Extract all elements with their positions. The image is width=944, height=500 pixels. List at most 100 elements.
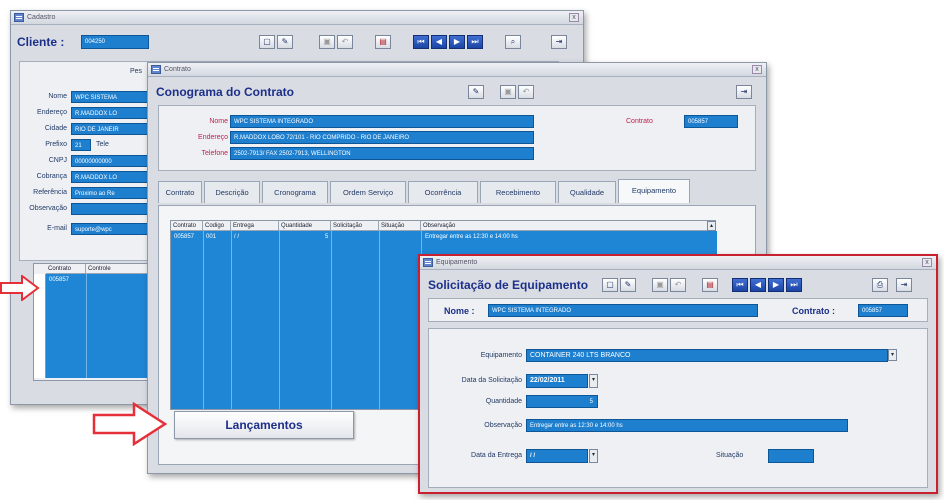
grid-header[interactable]: Entrega <box>231 221 279 231</box>
lancamentos-button[interactable]: Lançamentos <box>174 411 354 439</box>
exit-icon[interactable]: ⇥ <box>551 35 567 49</box>
equipamento-heading: Solicitação de Equipamento <box>428 278 589 292</box>
field-label: E-mail <box>47 225 67 232</box>
grid-header[interactable]: Codigo <box>203 221 231 231</box>
cadastro-grid: Contrato Controle 005857 <box>33 263 152 381</box>
observacao-field[interactable] <box>71 203 151 215</box>
grid-header[interactable]: Observação <box>421 221 711 231</box>
referencia-field[interactable]: Proximo ao Re <box>71 187 151 199</box>
data-entrega-label: Data da Entrega <box>471 452 522 459</box>
tab-ocorrencia[interactable]: Ocorrência <box>408 181 478 203</box>
cadastro-titlebar: Cadastro x <box>11 11 583 25</box>
contrato-number-field[interactable]: 005857 <box>684 115 738 128</box>
delete-icon[interactable]: ▤ <box>375 35 391 49</box>
undo-icon[interactable]: ↶ <box>337 35 353 49</box>
grid-header[interactable]: Contrato <box>46 264 86 274</box>
chevron-down-icon[interactable]: ▾ <box>589 449 598 463</box>
delete-icon[interactable]: ▤ <box>702 278 718 292</box>
last-record-icon[interactable]: ⏭ <box>786 278 802 292</box>
prefixo-field[interactable]: 21 <box>71 139 91 151</box>
nome-field[interactable]: WPC SISTEMA INTEGRADO <box>488 304 758 317</box>
arrow-pointer-icon <box>92 402 168 446</box>
close-icon[interactable]: x <box>922 258 932 267</box>
app-window-icon <box>151 65 161 74</box>
field-label: CNPJ <box>48 157 67 164</box>
new-record-icon[interactable]: ▢ <box>602 278 618 292</box>
tab-contrato[interactable]: Contrato <box>158 181 202 203</box>
last-record-icon[interactable]: ⏭ <box>467 35 483 49</box>
grid-body <box>46 274 152 378</box>
chevron-down-icon[interactable]: ▾ <box>888 349 897 361</box>
data-solicitacao-field[interactable]: 22/02/2011 <box>526 374 588 388</box>
tab-bar: Contrato Descrição Cronograma Ordem Serv… <box>158 179 756 205</box>
cell-contrato[interactable]: 005857 <box>174 234 194 240</box>
tab-cronograma[interactable]: Cronograma <box>262 181 328 203</box>
tab-descricao[interactable]: Descrição <box>204 181 260 203</box>
first-record-icon[interactable]: ⏮ <box>732 278 748 292</box>
telefone-field[interactable]: 2502-7913/ FAX 2502-7913, WELLINGTON <box>230 147 534 160</box>
next-record-icon[interactable]: ▶ <box>449 35 465 49</box>
grid-header[interactable]: Quantidade <box>279 221 331 231</box>
tele-label: Tele <box>96 141 109 148</box>
app-window-icon <box>423 258 433 267</box>
cnpj-field[interactable]: 00000000000 <box>71 155 151 167</box>
tab-ordem-servico[interactable]: Ordem Serviço <box>330 181 406 203</box>
grid-header[interactable]: Contrato <box>171 221 203 231</box>
cadastro-heading: Cliente : <box>17 35 65 49</box>
cell-observacao[interactable]: Entregar entre as 12:30 e 14:00 hs <box>425 234 518 240</box>
tab-equipamento[interactable]: Equipamento <box>618 179 690 203</box>
cell-entrega[interactable]: / / <box>234 234 239 240</box>
save-icon[interactable]: ▣ <box>652 278 668 292</box>
contrato-heading: Conograma do Contrato <box>156 85 294 99</box>
observacao-field[interactable]: Entregar entre as 12:30 e 14:00 hs <box>526 419 848 432</box>
nome-field[interactable]: WPC SISTEMA <box>71 91 151 103</box>
close-icon[interactable]: x <box>752 65 762 74</box>
save-icon[interactable]: ▣ <box>319 35 335 49</box>
close-icon[interactable]: x <box>569 13 579 22</box>
endereco-field[interactable]: R.MADDOX LOBO 72/101 - RIO COMPRIDO - RI… <box>230 131 534 144</box>
edit-icon[interactable]: ✎ <box>277 35 293 49</box>
table-row[interactable]: 005857 <box>49 277 69 283</box>
first-record-icon[interactable]: ⏮ <box>413 35 429 49</box>
grid-header[interactable]: Controle <box>86 264 152 274</box>
print-icon[interactable]: ⎙ <box>872 278 888 292</box>
exit-icon[interactable]: ⇥ <box>896 278 912 292</box>
endereco-field[interactable]: R.MADDOX LO <box>71 107 151 119</box>
field-label: Referência <box>33 189 67 196</box>
data-solicitacao-label: Data da Solicitação <box>461 377 522 384</box>
chevron-down-icon[interactable]: ▾ <box>589 374 598 388</box>
field-label: Nome <box>48 93 67 100</box>
email-field[interactable]: suporte@wpc <box>71 223 151 235</box>
situacao-label: Situação <box>716 452 744 459</box>
contrato-field[interactable]: 005857 <box>858 304 908 317</box>
tab-qualidade[interactable]: Qualidade <box>558 181 616 203</box>
cidade-field[interactable]: RIO DE JANEIR <box>71 123 151 135</box>
situacao-field[interactable] <box>768 449 814 463</box>
quantidade-field[interactable]: 5 <box>526 395 598 408</box>
cell-codigo[interactable]: 001 <box>206 234 216 240</box>
equipamento-select[interactable]: CONTAINER 240 LTS BRANCO <box>526 349 888 362</box>
field-label: Prefixo <box>45 141 67 148</box>
arrow-pointer-icon <box>0 275 40 301</box>
exit-icon[interactable]: ⇥ <box>736 85 752 99</box>
cobranca-field[interactable]: R.MADDOX LO <box>71 171 151 183</box>
grid-header[interactable]: Situação <box>379 221 421 231</box>
data-entrega-field[interactable]: / / <box>526 449 588 463</box>
undo-icon[interactable]: ↶ <box>670 278 686 292</box>
save-icon[interactable]: ▣ <box>500 85 516 99</box>
next-record-icon[interactable]: ▶ <box>768 278 784 292</box>
tab-recebimento[interactable]: Recebimento <box>480 181 556 203</box>
nome-field[interactable]: WPC SISTEMA INTEGRADO <box>230 115 534 128</box>
edit-icon[interactable]: ✎ <box>620 278 636 292</box>
search-icon[interactable]: ⌕ <box>505 35 521 49</box>
field-label: Cidade <box>44 125 67 132</box>
grid-scroll-up-icon[interactable]: ▴ <box>707 221 716 231</box>
prev-record-icon[interactable]: ◀ <box>431 35 447 49</box>
prev-record-icon[interactable]: ◀ <box>750 278 766 292</box>
undo-icon[interactable]: ↶ <box>518 85 534 99</box>
edit-icon[interactable]: ✎ <box>468 85 484 99</box>
new-record-icon[interactable]: ▢ <box>259 35 275 49</box>
cell-quantidade[interactable]: 5 <box>325 234 328 240</box>
grid-header[interactable]: Solicitação <box>331 221 379 231</box>
client-code-field[interactable]: 004250 <box>81 35 149 49</box>
